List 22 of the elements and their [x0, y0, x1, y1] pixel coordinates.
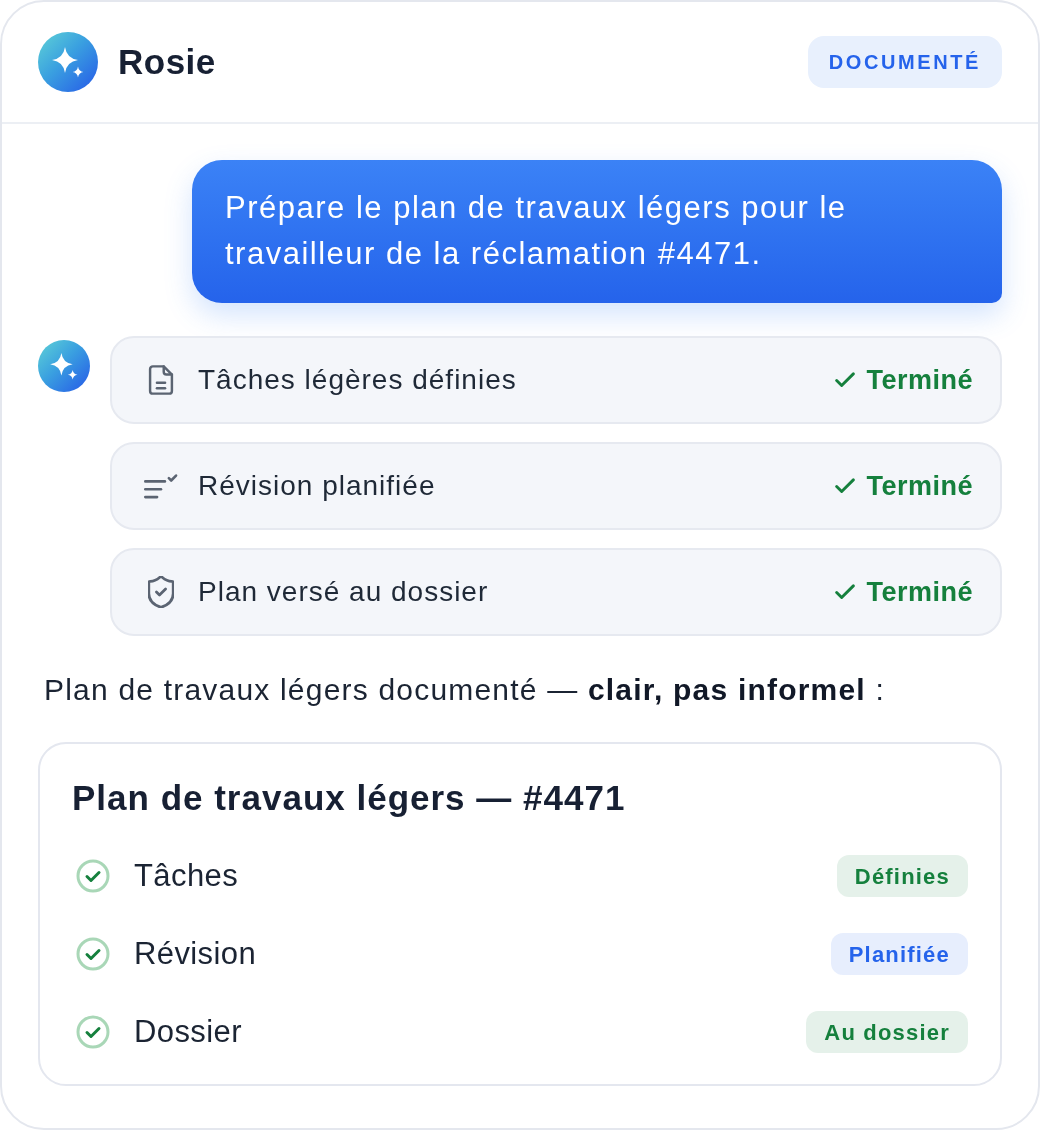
step-label: Tâches légères définies — [198, 363, 517, 397]
step-label: Révision planifiée — [198, 469, 436, 503]
item-label: Dossier — [134, 1012, 242, 1051]
item-label: Révision — [134, 934, 257, 973]
item-tag: Planifiée — [830, 933, 968, 975]
shield-check-icon — [148, 576, 174, 608]
assistant-name: Rosie — [118, 40, 216, 83]
status-text: Terminé — [866, 469, 973, 503]
plan-title: Plan de travaux légers — #4471 — [72, 778, 627, 818]
sparkle-icon — [38, 340, 90, 392]
summary-text: Plan de travaux légers documenté — clair, pas informel : — [43, 672, 886, 708]
step-label: Plan versé au dossier — [198, 575, 489, 609]
status-badge: DOCUMENTÉ — [807, 36, 1002, 88]
item-label: Tâches — [134, 856, 239, 895]
item-tag: Définies — [836, 855, 968, 897]
status-text: Terminé — [866, 363, 973, 397]
user-message-bubble: Prépare le plan de travaux légers pour le travailleur de la réclamation #4471. — [192, 160, 1002, 303]
item-tag: Au dossier — [806, 1011, 968, 1053]
status-text: Terminé — [866, 575, 973, 609]
list-check-icon — [144, 473, 178, 499]
sparkle-icon — [38, 32, 98, 92]
document-icon — [148, 365, 174, 395]
